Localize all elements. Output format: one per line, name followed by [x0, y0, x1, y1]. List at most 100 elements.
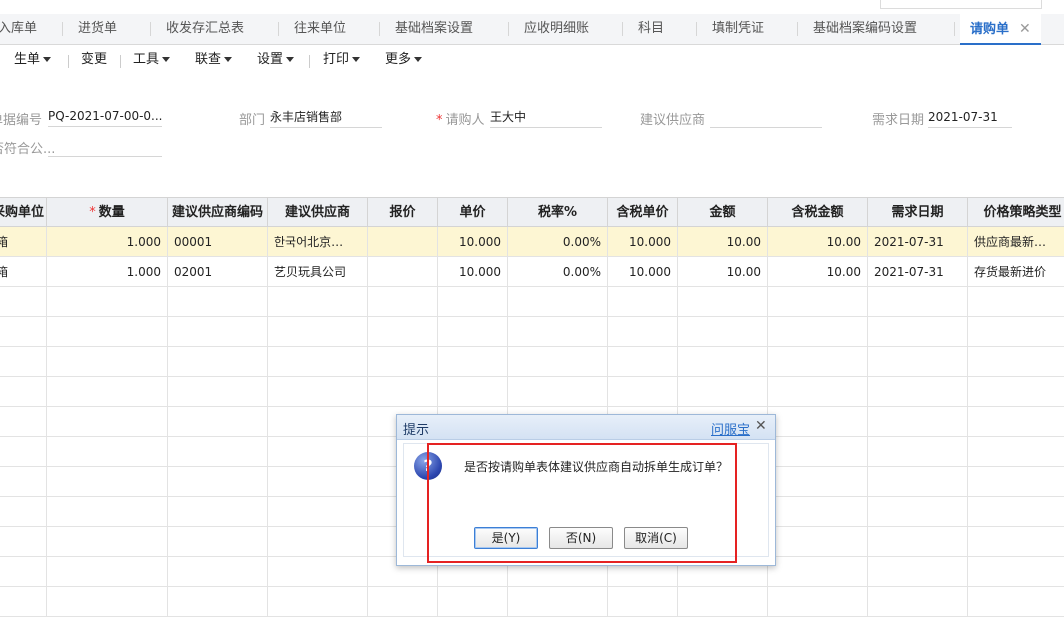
empty-cell[interactable] — [168, 287, 268, 317]
empty-cell[interactable] — [868, 527, 968, 557]
table-cell[interactable]: 10.000 — [438, 257, 508, 287]
empty-cell[interactable] — [168, 437, 268, 467]
empty-cell[interactable] — [868, 557, 968, 587]
empty-cell[interactable] — [868, 377, 968, 407]
table-cell[interactable]: 02001 — [168, 257, 268, 287]
empty-cell[interactable] — [0, 557, 47, 587]
empty-cell[interactable] — [168, 347, 268, 377]
column-header[interactable]: 金额 — [678, 197, 768, 227]
empty-cell[interactable] — [968, 587, 1064, 617]
table-cell[interactable]: 箱 — [0, 257, 47, 287]
empty-cell[interactable] — [168, 377, 268, 407]
empty-cell[interactable] — [678, 317, 768, 347]
empty-cell[interactable] — [0, 467, 47, 497]
empty-cell[interactable] — [608, 287, 678, 317]
empty-cell[interactable] — [868, 497, 968, 527]
empty-cell[interactable] — [608, 317, 678, 347]
empty-cell[interactable] — [47, 497, 168, 527]
dept-field[interactable]: 永丰店销售部 — [270, 109, 382, 128]
empty-cell[interactable] — [0, 377, 47, 407]
empty-cell[interactable] — [768, 587, 868, 617]
table-cell[interactable]: 供应商最新… — [968, 227, 1064, 257]
empty-cell[interactable] — [678, 587, 768, 617]
empty-cell[interactable] — [168, 467, 268, 497]
empty-cell[interactable] — [868, 287, 968, 317]
empty-cell[interactable] — [168, 557, 268, 587]
empty-cell[interactable] — [608, 377, 678, 407]
empty-cell[interactable] — [868, 467, 968, 497]
table-cell[interactable]: 10.00 — [678, 257, 768, 287]
tab-archive-code[interactable]: 基础档案编码设置 — [813, 14, 917, 44]
change-button[interactable]: 变更 — [81, 46, 107, 76]
top-search-input[interactable] — [880, 0, 1042, 9]
empty-cell[interactable] — [268, 557, 368, 587]
column-header[interactable]: 采购单位 — [0, 197, 47, 227]
empty-cell[interactable] — [768, 557, 868, 587]
empty-cell[interactable] — [508, 317, 608, 347]
empty-cell[interactable] — [678, 347, 768, 377]
table-cell[interactable]: 箱 — [0, 227, 47, 257]
empty-cell[interactable] — [868, 317, 968, 347]
tab-subject[interactable]: 科目 — [638, 14, 664, 44]
table-cell[interactable]: 0.00% — [508, 257, 608, 287]
empty-cell[interactable] — [368, 317, 438, 347]
empty-cell[interactable] — [0, 407, 47, 437]
table-cell[interactable] — [368, 227, 438, 257]
empty-cell[interactable] — [168, 407, 268, 437]
empty-cell[interactable] — [47, 347, 168, 377]
doc-no-field[interactable]: PQ-2021-07-00-0... — [48, 108, 162, 127]
empty-cell[interactable] — [678, 287, 768, 317]
empty-cell[interactable] — [508, 377, 608, 407]
empty-cell[interactable] — [0, 527, 47, 557]
empty-cell[interactable] — [968, 347, 1064, 377]
empty-cell[interactable] — [968, 407, 1064, 437]
settings-menu[interactable]: 设置 — [257, 46, 295, 76]
tab-basic-archive[interactable]: 基础档案设置 — [395, 14, 473, 44]
column-header[interactable]: 含税单价 — [608, 197, 678, 227]
tools-menu[interactable]: 工具 — [133, 46, 171, 76]
empty-cell[interactable] — [47, 527, 168, 557]
empty-cell[interactable] — [508, 587, 608, 617]
column-header[interactable]: 单价 — [438, 197, 508, 227]
empty-cell[interactable] — [268, 287, 368, 317]
close-icon[interactable]: ✕ — [755, 418, 767, 434]
empty-cell[interactable] — [768, 437, 868, 467]
table-cell[interactable]: 10.000 — [608, 257, 678, 287]
empty-cell[interactable] — [968, 467, 1064, 497]
empty-cell[interactable] — [47, 287, 168, 317]
empty-cell[interactable] — [268, 587, 368, 617]
empty-cell[interactable] — [268, 497, 368, 527]
table-cell[interactable]: 2021-07-31 — [868, 227, 968, 257]
tab-inbound[interactable]: 入库单 — [0, 14, 37, 44]
column-header[interactable]: 价格策略类型 — [968, 197, 1064, 227]
empty-cell[interactable] — [968, 527, 1064, 557]
table-cell[interactable] — [368, 257, 438, 287]
empty-cell[interactable] — [768, 407, 868, 437]
empty-cell[interactable] — [438, 287, 508, 317]
empty-cell[interactable] — [47, 467, 168, 497]
empty-cell[interactable] — [868, 347, 968, 377]
empty-cell[interactable] — [0, 437, 47, 467]
tab-purchase-receipt[interactable]: 进货单 — [78, 14, 117, 44]
supplier-field[interactable] — [710, 109, 822, 128]
column-header[interactable]: 建议供应商编码 — [168, 197, 268, 227]
empty-cell[interactable] — [968, 557, 1064, 587]
column-header[interactable]: 报价 — [368, 197, 438, 227]
empty-cell[interactable] — [438, 587, 508, 617]
empty-cell[interactable] — [678, 377, 768, 407]
table-cell[interactable]: 10.000 — [438, 227, 508, 257]
table-cell[interactable]: 存货最新进价 — [968, 257, 1064, 287]
empty-cell[interactable] — [0, 287, 47, 317]
empty-cell[interactable] — [268, 377, 368, 407]
empty-cell[interactable] — [968, 377, 1064, 407]
column-header[interactable]: * 数量 — [47, 197, 168, 227]
empty-cell[interactable] — [438, 317, 508, 347]
table-cell[interactable]: 艺贝玩具公司 — [268, 257, 368, 287]
empty-cell[interactable] — [0, 587, 47, 617]
empty-cell[interactable] — [47, 317, 168, 347]
table-cell[interactable]: 10.00 — [678, 227, 768, 257]
empty-cell[interactable] — [268, 527, 368, 557]
tab-receivable-detail[interactable]: 应收明细账 — [524, 14, 589, 44]
requester-field[interactable]: 王大中 — [490, 109, 602, 128]
empty-cell[interactable] — [47, 587, 168, 617]
